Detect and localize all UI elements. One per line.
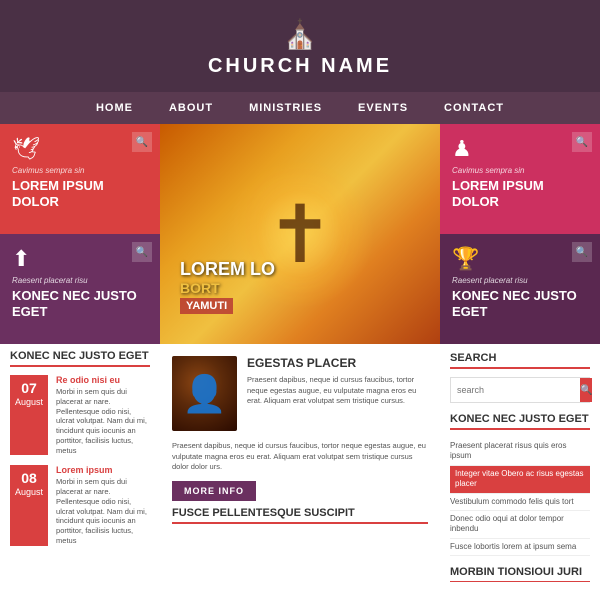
nav-item-about[interactable]: ABOUT bbox=[151, 92, 231, 124]
hero-image: ✝ LOREM LO BORT YAMUTI bbox=[160, 124, 440, 344]
article-date-1: 07 August bbox=[10, 375, 48, 455]
arrow-up-icon: ⬆ bbox=[12, 246, 148, 272]
article-text-1: Morbi in sem quis dui placerat ar nare. … bbox=[56, 387, 150, 455]
right-search-btn-1[interactable]: 🔍 bbox=[572, 132, 592, 152]
right-title-2: KONEC NEC JUSTO EGET bbox=[452, 288, 588, 319]
nav-item-ministries[interactable]: MINISTRIES bbox=[231, 92, 340, 124]
left-block-2: 🔍 ⬆ Raesent placerat risu KONEC NEC JUST… bbox=[0, 234, 160, 344]
right-morbin-title: MORBIN TIONSIOUI JURI bbox=[450, 566, 590, 582]
right-list-item-1: Praesent placerat risus quis eros ipsum bbox=[450, 438, 590, 466]
search-bar: 🔍 bbox=[450, 377, 590, 403]
more-info-button[interactable]: MORE INFO bbox=[172, 481, 256, 501]
articles-section-title: KONEC NEC JUSTO EGET bbox=[10, 350, 150, 367]
center-article-body: Praesent dapibus, neque id cursus faucib… bbox=[247, 375, 428, 407]
article-content-2: Lorem ipsum Morbi in sem quis dui placer… bbox=[56, 465, 150, 545]
main-layout: 🔍 🕊 Cavimus sempra sin LOREM IPSUM DOLOR… bbox=[0, 124, 600, 582]
left-title-1: LOREM IPSUM DOLOR bbox=[12, 178, 148, 209]
center-article-body2: Praesent dapibus, neque id cursus faucib… bbox=[172, 441, 428, 473]
right-block-1: 🔍 ♟ Cavimus sempra sin LOREM IPSUM DOLOR bbox=[440, 124, 600, 234]
center-article-title: EGESTAS PLACER bbox=[247, 356, 428, 370]
right-list-item-5: Fusce lobortis lorem at ipsum sema bbox=[450, 539, 590, 556]
article-image: 👤 bbox=[172, 356, 237, 431]
search-input[interactable] bbox=[451, 381, 580, 399]
jesus-figure-icon: 👤 bbox=[182, 373, 227, 415]
center-content: ✝ LOREM LO BORT YAMUTI 👤 EGESTAS PLACER … bbox=[160, 124, 440, 582]
header: ⛪ CHURCH NAME bbox=[0, 0, 600, 92]
right-list-item-3: Vestibulum commodo felis quis tort bbox=[450, 494, 590, 511]
search-submit-button[interactable]: 🔍 bbox=[580, 378, 592, 402]
center-section2-title: FUSCE PELLENTESQUE SUSCIPIT bbox=[172, 501, 428, 524]
article-text-2: Morbi in sem quis dui placerat ar nare. … bbox=[56, 477, 150, 545]
hero-line3: YAMUTI bbox=[180, 298, 233, 314]
right-section2: MORBIN TIONSIOUI JURI bbox=[450, 566, 590, 582]
articles-section: KONEC NEC JUSTO EGET 07 August Re odio n… bbox=[0, 344, 160, 562]
article-date-2: 08 August bbox=[10, 465, 48, 545]
right-sub-1: Cavimus sempra sin bbox=[452, 166, 588, 175]
right-block-2: 🔍 🏆 Raesent placerat risu KONEC NEC JUST… bbox=[440, 234, 600, 344]
article-item-2: 08 August Lorem ipsum Morbi in sem quis … bbox=[10, 465, 150, 545]
right-sidebar: 🔍 ♟ Cavimus sempra sin LOREM IPSUM DOLOR… bbox=[440, 124, 600, 582]
left-search-btn-2[interactable]: 🔍 bbox=[132, 242, 152, 262]
article-item-1: 07 August Re odio nisi eu Morbi in sem q… bbox=[10, 375, 150, 455]
center-article-inner: 👤 EGESTAS PLACER Praesent dapibus, neque… bbox=[172, 356, 428, 431]
left-block-1: 🔍 🕊 Cavimus sempra sin LOREM IPSUM DOLOR bbox=[0, 124, 160, 234]
left-sub-1: Cavimus sempra sin bbox=[12, 166, 148, 175]
church-name: CHURCH NAME bbox=[208, 55, 392, 78]
right-list-item-2: Integer vitae Obero ac risus egestas pla… bbox=[450, 466, 590, 494]
left-title-2: KONEC NEC JUSTO EGET bbox=[12, 288, 148, 319]
right-search-title: SEARCH bbox=[450, 352, 590, 369]
nav-item-events[interactable]: EVENTS bbox=[340, 92, 426, 124]
chess-piece-icon: ♟ bbox=[452, 136, 588, 162]
center-article-text: EGESTAS PLACER Praesent dapibus, neque i… bbox=[247, 356, 428, 431]
article-heading-2: Lorem ipsum bbox=[56, 465, 150, 475]
dove-icon: 🕊 bbox=[12, 136, 148, 162]
cross-icon: ✝ bbox=[266, 188, 333, 281]
right-sub-2: Raesent placerat risu bbox=[452, 276, 588, 285]
chalice-icon: 🏆 bbox=[452, 246, 588, 272]
nav-item-contact[interactable]: CONTACT bbox=[426, 92, 522, 124]
nav-item-home[interactable]: HOME bbox=[78, 92, 151, 124]
article-content-1: Re odio nisi eu Morbi in sem quis dui pl… bbox=[56, 375, 150, 455]
left-search-btn-1[interactable]: 🔍 bbox=[132, 132, 152, 152]
right-konec-title: KONEC NEC JUSTO EGET bbox=[450, 413, 590, 430]
hero-text-overlay: LOREM LO BORT YAMUTI bbox=[180, 259, 275, 314]
article-heading-1: Re odio nisi eu bbox=[56, 375, 150, 385]
left-sidebar: 🔍 🕊 Cavimus sempra sin LOREM IPSUM DOLOR… bbox=[0, 124, 160, 582]
hero-line1: LOREM LO bbox=[180, 259, 275, 280]
navigation: HOME ABOUT MINISTRIES EVENTS CONTACT bbox=[0, 92, 600, 124]
center-article: 👤 EGESTAS PLACER Praesent dapibus, neque… bbox=[160, 344, 440, 582]
right-title-1: LOREM IPSUM DOLOR bbox=[452, 178, 588, 209]
hero-line2: BORT bbox=[180, 280, 275, 296]
left-sub-2: Raesent placerat risu bbox=[12, 276, 148, 285]
right-list-item-4: Donec odio oqui at dolor tempor inbendu bbox=[450, 511, 590, 539]
right-search-btn-2[interactable]: 🔍 bbox=[572, 242, 592, 262]
church-icon: ⛪ bbox=[283, 18, 318, 51]
right-content: SEARCH 🔍 KONEC NEC JUSTO EGET Praesent p… bbox=[440, 344, 600, 582]
